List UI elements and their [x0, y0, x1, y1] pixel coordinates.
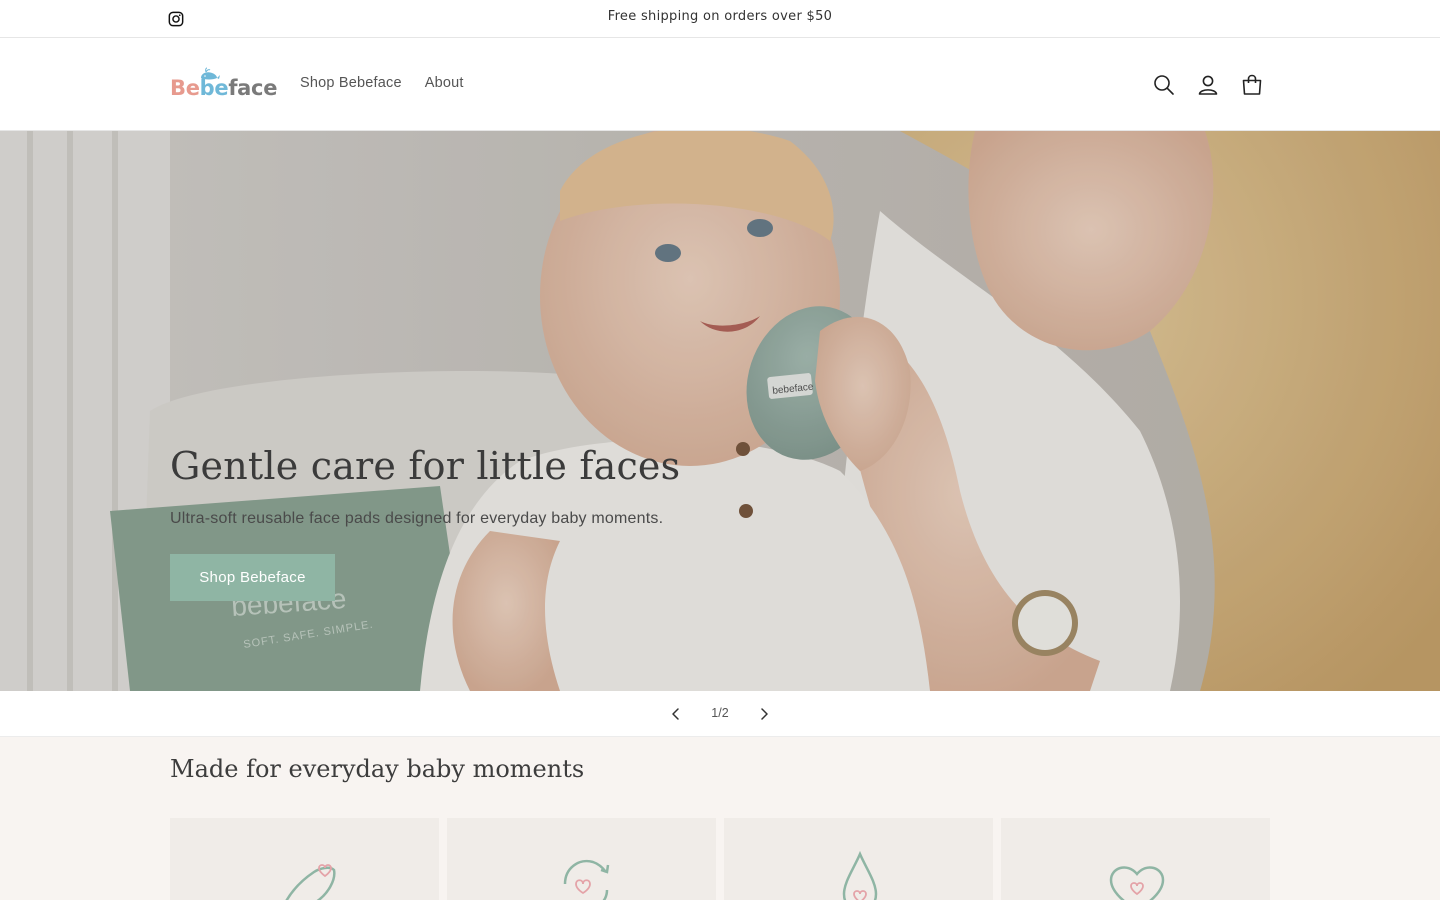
chevron-left-icon[interactable]	[664, 702, 688, 726]
shop-bebeface-button[interactable]: Shop Bebeface	[170, 554, 335, 601]
chevron-right-icon[interactable]	[752, 702, 776, 726]
logo-wordmark: Bebeface	[170, 76, 278, 100]
nav-shop-bebeface[interactable]: Shop Bebeface	[300, 75, 402, 91]
feather-heart-icon	[285, 864, 336, 900]
slideshow-controls: 1/2	[0, 691, 1440, 737]
hero-overlay	[0, 131, 1440, 691]
nav-about[interactable]: About	[425, 75, 464, 91]
announcement-text: Free shipping on orders over $50	[607, 9, 833, 24]
hero-subtitle: Ultra-soft reusable face pads designed f…	[170, 510, 664, 527]
feature-card	[447, 818, 716, 900]
feature-card	[1001, 818, 1270, 900]
feature-card	[724, 818, 993, 900]
account-icon[interactable]	[1196, 73, 1220, 97]
feature-card	[170, 818, 439, 900]
cart-icon[interactable]	[1240, 73, 1264, 97]
main-nav: Shop Bebeface About	[300, 75, 464, 91]
drop-heart-icon	[842, 850, 878, 900]
features-section: Made for everyday baby moments	[0, 737, 1440, 900]
reusable-heart-icon	[563, 859, 610, 900]
site-header: Bebeface Shop Bebeface About	[0, 39, 1440, 131]
heart-icon	[1109, 866, 1165, 900]
announcement-bar: Free shipping on orders over $50	[0, 0, 1440, 38]
logo[interactable]: Bebeface	[170, 67, 277, 107]
slide-counter: 1/2	[711, 706, 729, 720]
search-icon[interactable]	[1152, 73, 1176, 97]
hero-title: Gentle care for little faces	[170, 444, 681, 488]
features-heading: Made for everyday baby moments	[170, 755, 585, 783]
hero-banner: bebeface bebeface SOFT. SAFE. SIMPLE. Ge…	[0, 131, 1440, 691]
